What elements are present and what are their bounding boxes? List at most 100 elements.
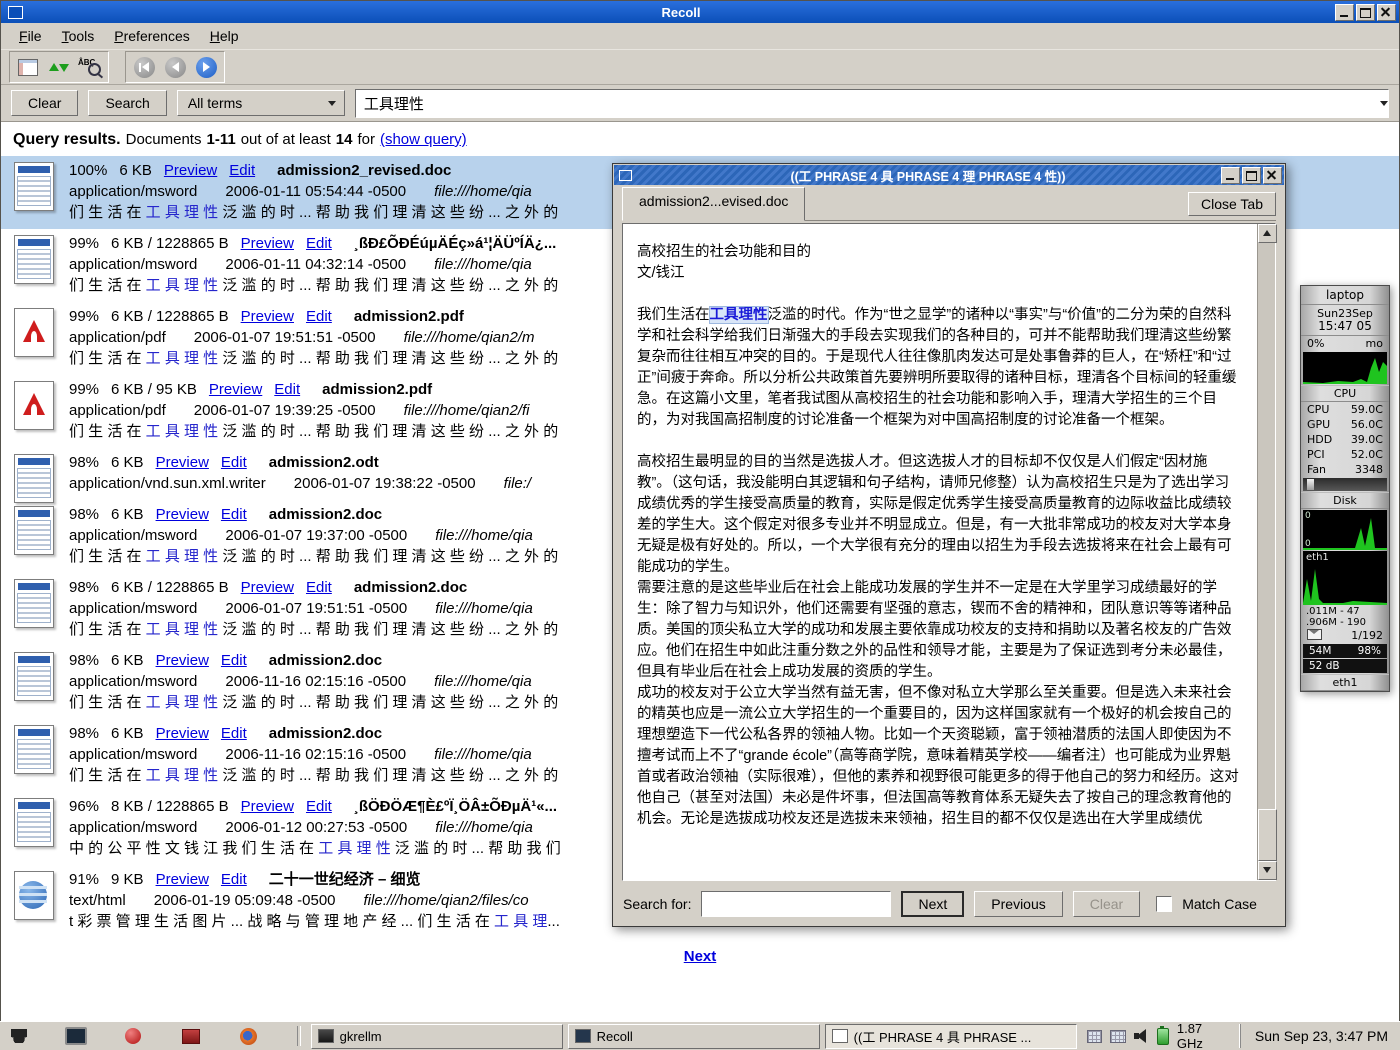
find-next-button[interactable]: Next <box>901 891 964 917</box>
memory-used: 54M <box>1309 645 1331 657</box>
keyboard-layout-icon[interactable] <box>1087 1030 1103 1043</box>
next-page-icon[interactable] <box>192 54 220 80</box>
paragraph-text: 成功的校友对于公立大学当然有益无害，但不像对私立大学那么至关重要。但是选入未来社… <box>637 685 1239 827</box>
terminal-launcher-icon[interactable] <box>63 1024 88 1048</box>
html-file-icon[interactable] <box>14 871 54 920</box>
menu-file[interactable]: File <box>9 25 52 47</box>
clear-button[interactable]: Clear <box>11 90 78 116</box>
doc-file-icon[interactable] <box>14 725 54 774</box>
result-preview-link[interactable]: Preview <box>241 308 294 325</box>
search-button[interactable]: Search <box>88 90 166 116</box>
preview-close-icon[interactable] <box>1263 167 1282 184</box>
net-rx-value: .011M - 47 <box>1306 606 1360 617</box>
scroll-down-icon[interactable] <box>1258 861 1277 880</box>
doc-file-icon[interactable] <box>14 579 54 628</box>
close-tab-button[interactable]: Close Tab <box>1188 192 1276 216</box>
sensor-name: CPU <box>1307 403 1329 416</box>
next-results-link[interactable]: Next <box>684 948 717 965</box>
term-explorer-icon[interactable]: ÂBÇ <box>76 54 104 80</box>
preview-tab[interactable]: admission2...evised.doc <box>622 187 805 221</box>
input-method-icon[interactable] <box>1110 1030 1126 1043</box>
doc-file-icon[interactable] <box>14 235 54 284</box>
result-preview-link[interactable]: Preview <box>209 381 262 398</box>
previous-page-icon[interactable] <box>161 54 189 80</box>
close-icon[interactable] <box>1377 4 1396 21</box>
disk-scale-bottom: 0 <box>1305 539 1311 549</box>
result-preview-link[interactable]: Preview <box>156 454 209 471</box>
toolbar-group-left: ÂBÇ <box>9 51 109 83</box>
red-app-launcher-icon[interactable] <box>121 1024 146 1048</box>
gkrellm-hostname: laptop <box>1301 286 1389 305</box>
preview-paragraph: 我们生活在工具理性泛滥的时代。作为“世之显学”的诸种以“事实”与“价值”的二分为… <box>637 305 1241 431</box>
taskbar-task[interactable]: ((工 PHRASE 4 具 PHRASE ... <box>825 1024 1077 1049</box>
result-preview-link[interactable]: Preview <box>241 579 294 596</box>
doc-file-icon[interactable] <box>14 454 54 503</box>
result-mimetype: application/msword <box>69 256 197 273</box>
find-clear-button[interactable]: Clear <box>1073 891 1140 917</box>
menu-tools[interactable]: Tools <box>52 25 105 47</box>
result-edit-link[interactable]: Edit <box>274 381 300 398</box>
find-input[interactable] <box>701 891 891 917</box>
result-edit-link[interactable]: Edit <box>221 454 247 471</box>
result-edit-link[interactable]: Edit <box>306 798 332 815</box>
find-previous-button[interactable]: Previous <box>974 891 1062 917</box>
preview-maximize-icon[interactable] <box>1242 167 1261 184</box>
taskbar-task[interactable]: gkrellm <box>311 1024 563 1049</box>
menu-help[interactable]: Help <box>200 25 249 47</box>
result-preview-link[interactable]: Preview <box>241 798 294 815</box>
result-edit-link[interactable]: Edit <box>221 652 247 669</box>
pdf-file-icon[interactable] <box>14 381 54 430</box>
doc-file-icon[interactable] <box>14 652 54 701</box>
show-query-link[interactable]: (show query) <box>380 131 467 148</box>
menu-preferences[interactable]: Preferences <box>104 25 200 47</box>
result-edit-link[interactable]: Edit <box>229 162 255 179</box>
sort-icon[interactable] <box>45 54 73 80</box>
scrollbar-thumb[interactable] <box>1258 809 1277 861</box>
first-page-icon[interactable] <box>130 54 158 80</box>
find-label: Search for: <box>623 896 691 912</box>
preview-scrollbar[interactable] <box>1257 224 1275 880</box>
mail-row: 1/192 <box>1301 628 1389 643</box>
result-title: ¸ßÖÐÖÆ¶È£ºÏ¸ÖÂ±ÕÐµÄ¹«... <box>354 798 557 815</box>
maximize-icon[interactable] <box>1356 4 1375 21</box>
result-mimetype: application/msword <box>69 183 197 200</box>
taskbar-task[interactable]: Recoll <box>568 1024 820 1049</box>
result-preview-link[interactable]: Preview <box>164 162 217 179</box>
result-size: 6 KB / 1228865 B <box>111 579 229 596</box>
result-edit-link[interactable]: Edit <box>221 725 247 742</box>
eth1-chart-label: eth1 <box>1306 552 1329 563</box>
sensor-row: GPU56.0C <box>1301 417 1389 432</box>
result-edit-link[interactable]: Edit <box>221 871 247 888</box>
recoll-titlebar[interactable]: Recoll <box>1 1 1399 23</box>
result-preview-link[interactable]: Preview <box>156 506 209 523</box>
scroll-up-icon[interactable] <box>1258 224 1277 243</box>
result-edit-link[interactable]: Edit <box>306 308 332 325</box>
result-edit-link[interactable]: Edit <box>306 579 332 596</box>
results-table-icon[interactable] <box>14 54 42 80</box>
doc-file-icon[interactable] <box>14 506 54 555</box>
pdf-file-icon[interactable] <box>14 308 54 357</box>
match-case-checkbox[interactable] <box>1156 896 1172 912</box>
result-edit-link[interactable]: Edit <box>306 235 332 252</box>
minimize-icon[interactable] <box>1335 4 1354 21</box>
result-preview-link[interactable]: Preview <box>156 652 209 669</box>
query-input[interactable] <box>356 95 1368 112</box>
firefox-launcher-icon[interactable] <box>235 1024 260 1048</box>
fan-value: 3348 <box>1355 463 1383 476</box>
query-history-dropdown[interactable] <box>1368 90 1388 117</box>
result-edit-link[interactable]: Edit <box>221 506 247 523</box>
result-url: file:///home/qian2/fi <box>404 402 530 419</box>
preview-titlebar[interactable]: ((工 PHRASE 4 具 PHRASE 4 理 PHRASE 4 性)) <box>614 165 1284 185</box>
doc-file-icon[interactable] <box>14 162 54 211</box>
package-launcher-icon[interactable] <box>178 1024 203 1048</box>
search-mode-select[interactable]: All terms <box>177 90 345 116</box>
result-date: 2006-01-12 00:27:53 -0500 <box>225 819 407 836</box>
preview-minimize-icon[interactable] <box>1221 167 1240 184</box>
volume-icon[interactable] <box>1134 1029 1149 1043</box>
result-preview-link[interactable]: Preview <box>156 871 209 888</box>
result-preview-link[interactable]: Preview <box>241 235 294 252</box>
result-preview-link[interactable]: Preview <box>156 725 209 742</box>
paw-launcher-icon[interactable] <box>6 1024 31 1048</box>
doc-file-icon[interactable] <box>14 798 54 847</box>
battery-icon[interactable] <box>1157 1028 1169 1045</box>
